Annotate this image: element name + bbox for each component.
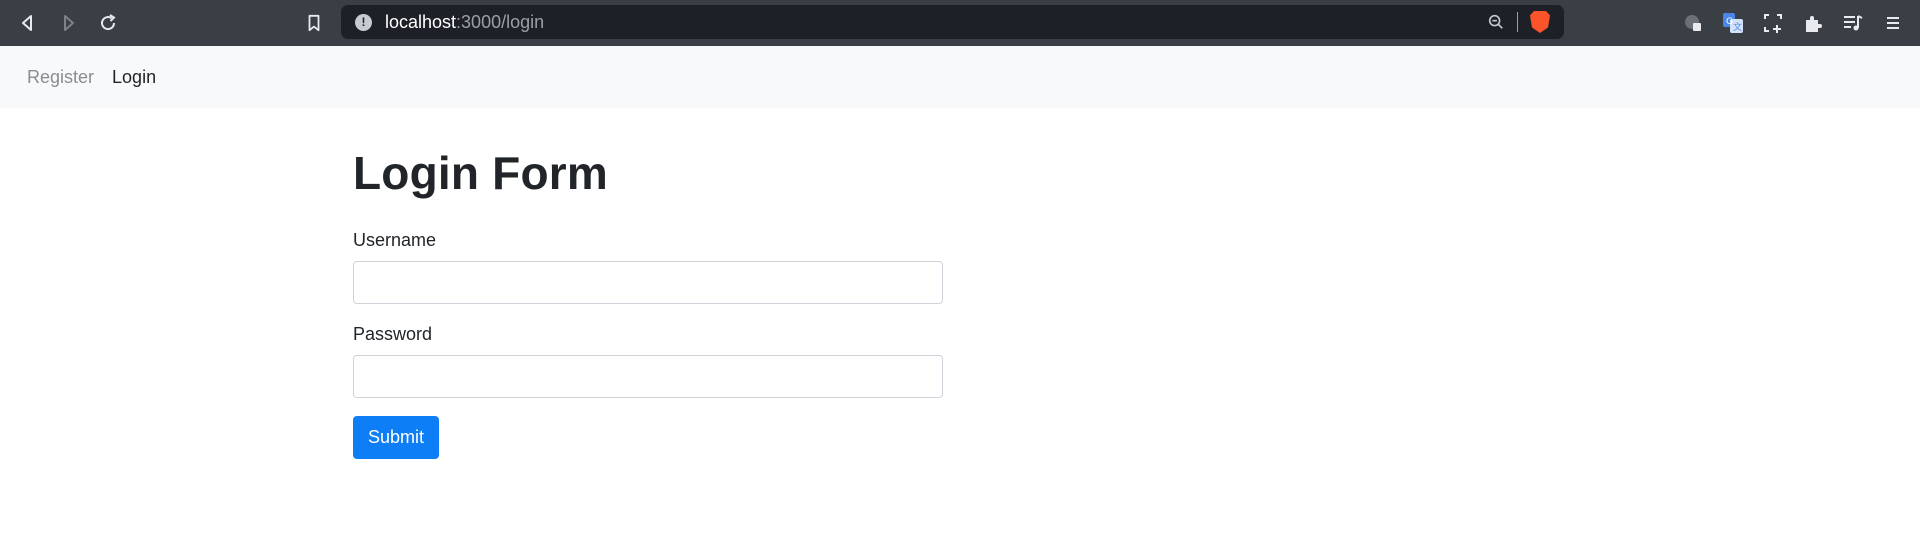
forward-icon <box>64 15 74 31</box>
reload-button[interactable] <box>94 9 122 37</box>
screenshot-icon <box>1764 14 1782 33</box>
extensions-button[interactable] <box>1800 10 1826 36</box>
nav-link-login[interactable]: Login <box>112 67 156 88</box>
zoom-out-icon[interactable] <box>1487 13 1505 31</box>
username-input[interactable] <box>353 261 943 304</box>
brave-shields-icon[interactable] <box>1530 11 1550 33</box>
svg-text:G: G <box>1726 17 1733 27</box>
svg-text:文: 文 <box>1733 21 1742 33</box>
site-info-icon[interactable]: ! <box>355 13 372 31</box>
password-input[interactable] <box>353 355 943 398</box>
screenshot-button[interactable] <box>1760 10 1786 36</box>
media-button[interactable] <box>1840 10 1866 36</box>
separator <box>1517 12 1518 32</box>
translate-icon: G文 <box>1723 13 1743 33</box>
page-navbar: Register Login <box>0 46 1920 108</box>
back-icon <box>22 15 32 31</box>
extensions-icon <box>1806 16 1822 32</box>
nav-link-register[interactable]: Register <box>27 67 94 88</box>
back-button[interactable] <box>14 9 42 37</box>
bookmark-button[interactable] <box>302 9 326 37</box>
forward-button[interactable] <box>54 9 82 37</box>
password-label: Password <box>353 324 433 344</box>
bookmark-icon <box>308 14 320 32</box>
translate-button[interactable]: G文 <box>1720 10 1746 36</box>
login-form: Login Form Username Password Submit <box>353 146 943 459</box>
submit-button[interactable]: Submit <box>353 416 440 459</box>
extension-a-icon <box>1685 15 1701 31</box>
url-path: :3000/login <box>456 11 545 32</box>
page-title: Login Form <box>353 147 608 199</box>
address-bar[interactable]: ! localhost:3000/login <box>341 5 1564 39</box>
menu-icon <box>1887 17 1899 29</box>
media-icon <box>1844 15 1863 31</box>
extension-a-button[interactable] <box>1680 10 1706 36</box>
menu-button[interactable] <box>1880 10 1906 36</box>
url-text[interactable]: localhost:3000/login <box>385 12 544 33</box>
reload-icon <box>101 14 116 31</box>
browser-toolbar: ! localhost:3000/login G文 <box>0 0 1920 46</box>
username-label: Username <box>353 230 437 250</box>
url-host: localhost <box>385 11 457 32</box>
